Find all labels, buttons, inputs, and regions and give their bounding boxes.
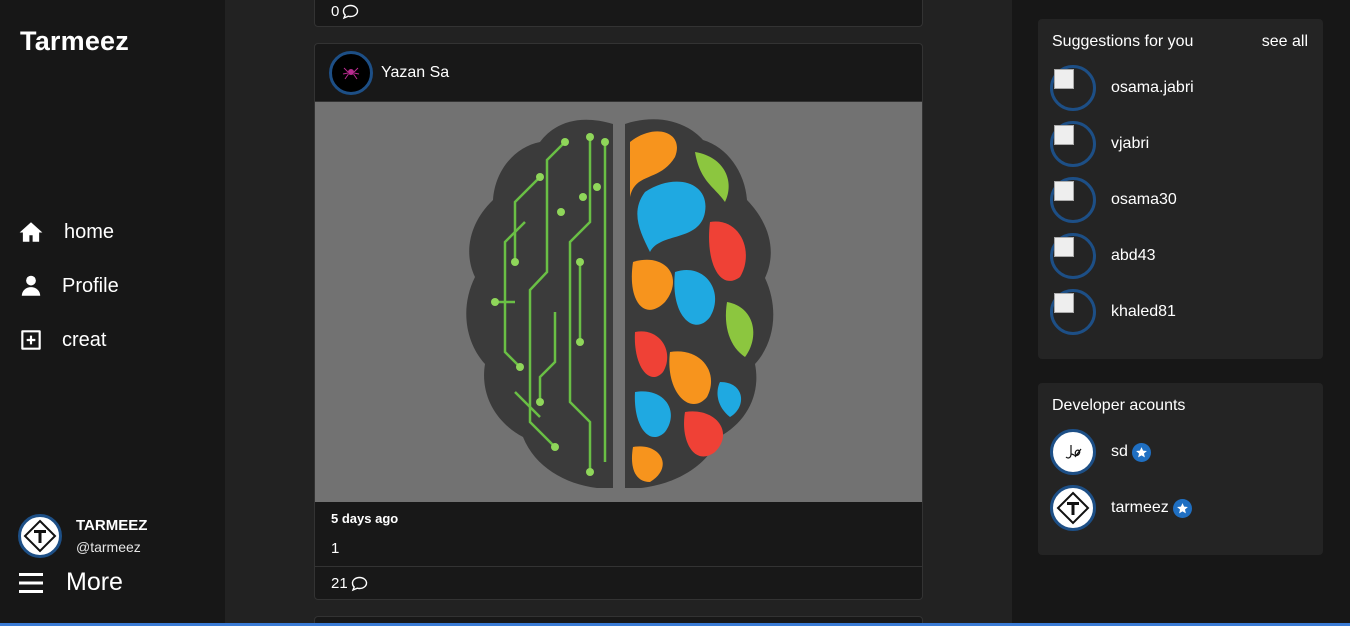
left-sidebar: Tarmeez home Profile creat TARMEEZ @tarm… bbox=[0, 0, 225, 626]
plus-square-icon bbox=[21, 330, 41, 350]
suggestion-item[interactable]: osama.jabri bbox=[1050, 65, 1194, 111]
avatar bbox=[1050, 121, 1096, 167]
suggestion-item[interactable]: abd43 bbox=[1050, 233, 1156, 279]
suggestion-username: khaled81 bbox=[1111, 303, 1176, 320]
post-card: 0 bbox=[314, 0, 923, 27]
avatar bbox=[1050, 485, 1096, 531]
nav-item-profile[interactable]: Profile bbox=[18, 259, 119, 313]
avatar bbox=[1050, 289, 1096, 335]
suggestion-username: osama.jabri bbox=[1111, 79, 1194, 96]
developer-item[interactable]: tarmeez bbox=[1050, 485, 1192, 531]
current-user-handle: @tarmeez bbox=[76, 539, 141, 555]
broken-image-icon bbox=[1054, 237, 1074, 257]
nav-item-label: creat bbox=[62, 328, 107, 351]
suggestion-username: abd43 bbox=[1111, 247, 1156, 264]
current-user-card[interactable]: TARMEEZ @tarmeez bbox=[18, 514, 147, 558]
comment-icon bbox=[351, 576, 367, 591]
suggestion-item[interactable]: khaled81 bbox=[1050, 289, 1176, 335]
avatar bbox=[1050, 177, 1096, 223]
main-nav: home Profile creat bbox=[18, 205, 119, 367]
avatar bbox=[1050, 233, 1096, 279]
feed[interactable]: 0 Yazan Sa 5 days ago 1 21 bbox=[225, 0, 1012, 626]
suggestions-panel: Suggestions for you see all osama.jabri … bbox=[1038, 19, 1323, 359]
verified-star-icon bbox=[1131, 442, 1151, 462]
more-button[interactable]: More bbox=[18, 568, 123, 597]
suggestion-username: vjabri bbox=[1111, 135, 1150, 152]
suggestion-item[interactable]: vjabri bbox=[1050, 121, 1149, 167]
more-label: More bbox=[66, 568, 123, 596]
post-meta: 5 days ago 1 bbox=[315, 502, 922, 557]
suggestions-title: Suggestions for you bbox=[1052, 33, 1194, 50]
post-author[interactable]: Yazan Sa bbox=[381, 64, 449, 82]
developer-username: sd bbox=[1111, 443, 1128, 460]
comment-count: 0 bbox=[331, 3, 340, 20]
signature-icon bbox=[1065, 445, 1082, 459]
developer-item[interactable]: sd bbox=[1050, 429, 1151, 475]
suggestion-username: osama30 bbox=[1111, 191, 1177, 208]
post-date: 5 days ago bbox=[331, 511, 399, 526]
post-footer: 21 bbox=[315, 566, 922, 599]
nav-item-label: home bbox=[64, 220, 115, 243]
see-all-link[interactable]: see all bbox=[1262, 33, 1308, 51]
comments-button[interactable]: 21 bbox=[315, 567, 922, 600]
user-icon bbox=[21, 275, 41, 296]
broken-image-icon bbox=[1054, 125, 1074, 145]
comment-count: 21 bbox=[331, 575, 348, 592]
author-avatar[interactable] bbox=[329, 50, 373, 95]
developers-title: Developer acounts bbox=[1052, 397, 1186, 414]
nav-item-label: Profile bbox=[62, 274, 119, 297]
nav-item-create[interactable]: creat bbox=[18, 313, 119, 367]
broken-image-icon bbox=[1054, 293, 1074, 313]
developer-username: tarmeez bbox=[1111, 499, 1169, 516]
home-icon bbox=[19, 222, 43, 242]
broken-image-icon bbox=[1054, 181, 1074, 201]
brand-logo[interactable]: Tarmeez bbox=[20, 26, 129, 57]
post-image[interactable] bbox=[315, 102, 922, 502]
verified-star-icon bbox=[1172, 498, 1192, 518]
nav-item-home[interactable]: home bbox=[18, 205, 119, 259]
hamburger-icon bbox=[19, 572, 43, 593]
developer-accounts-panel: Developer acounts sd tarmeez bbox=[1038, 383, 1323, 555]
avatar bbox=[18, 514, 62, 558]
spider-icon bbox=[342, 67, 360, 79]
comments-button[interactable]: 0 bbox=[315, 0, 922, 28]
suggestion-item[interactable]: osama30 bbox=[1050, 177, 1177, 223]
avatar bbox=[1050, 65, 1096, 111]
avatar bbox=[1050, 429, 1096, 475]
right-sidebar: Suggestions for you see all osama.jabri … bbox=[1012, 0, 1350, 626]
tarmeez-logo-icon bbox=[23, 519, 57, 553]
broken-image-icon bbox=[1054, 69, 1074, 89]
current-user-name: TARMEEZ bbox=[76, 517, 148, 534]
post-card: Yazan Sa 5 days ago 1 21 bbox=[314, 43, 923, 600]
brain-illustration-icon bbox=[466, 119, 774, 488]
tarmeez-logo-icon bbox=[1056, 491, 1090, 525]
post-body: 1 bbox=[331, 540, 340, 557]
post-header[interactable]: Yazan Sa bbox=[315, 44, 922, 102]
comment-icon bbox=[343, 4, 359, 19]
